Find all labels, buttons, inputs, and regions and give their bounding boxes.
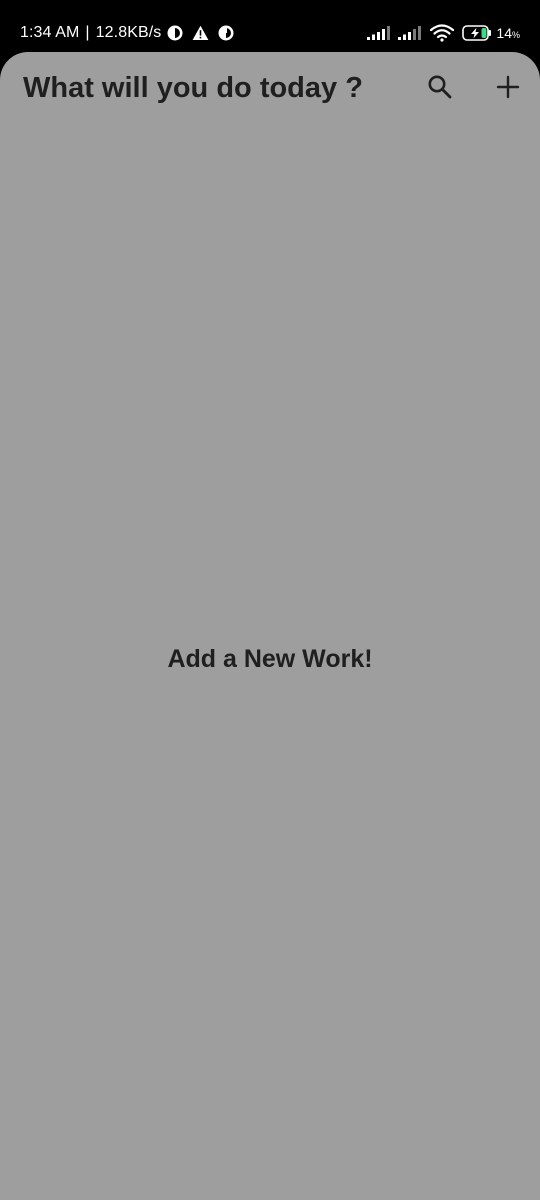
page-title: What will you do today ? bbox=[23, 72, 363, 104]
plus-icon bbox=[496, 75, 520, 104]
search-icon bbox=[427, 74, 453, 105]
status-left: 1:34 AM | 12.8KB/s bbox=[20, 20, 234, 46]
wifi-icon bbox=[430, 24, 455, 42]
status-bar: 1:34 AM | 12.8KB/s 14% bbox=[0, 0, 540, 52]
network-speed: 12.8KB/s bbox=[95, 24, 162, 41]
add-work-button[interactable] bbox=[486, 67, 530, 111]
battery-unit: % bbox=[511, 30, 520, 40]
status-right: 14% bbox=[367, 20, 520, 46]
signal-1-icon bbox=[367, 26, 391, 40]
app-sheet: What will you do today ? Add a New Work! bbox=[0, 52, 540, 1200]
data-saver-icon bbox=[167, 25, 183, 41]
search-button[interactable] bbox=[418, 67, 462, 111]
data-saver-icon bbox=[218, 25, 234, 41]
battery-text: 14% bbox=[496, 25, 520, 41]
warning-icon bbox=[192, 25, 209, 41]
status-time: 1:34 AM bbox=[20, 24, 80, 41]
battery-level: 14 bbox=[496, 25, 512, 41]
empty-state-message: Add a New Work! bbox=[167, 645, 373, 673]
battery-charging-icon bbox=[462, 25, 492, 41]
status-separator: | bbox=[85, 24, 90, 41]
signal-2-icon bbox=[398, 26, 422, 40]
